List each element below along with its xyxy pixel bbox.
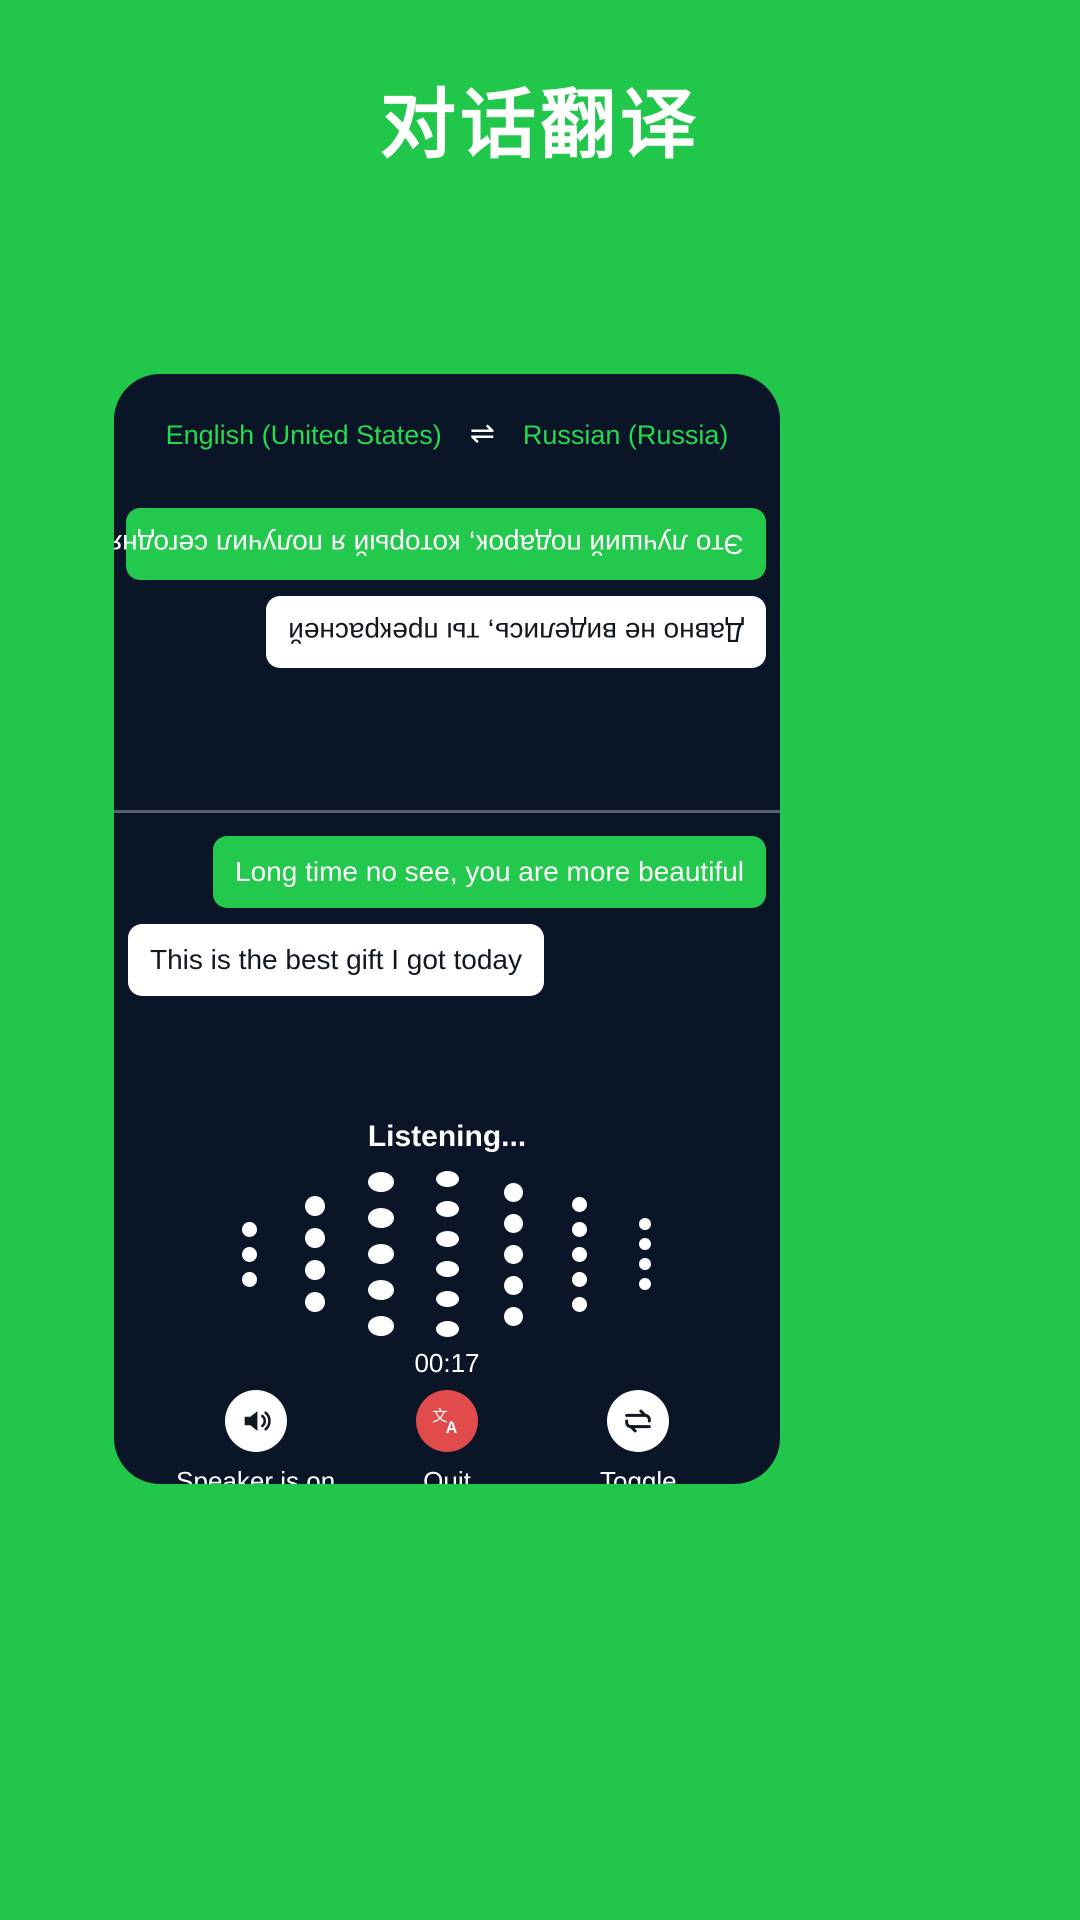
waveform-dot bbox=[503, 1244, 523, 1264]
listening-status: Listening... bbox=[367, 1120, 527, 1153]
message-bubble: Это лучший подарок, который я получил се… bbox=[114, 508, 766, 581]
waveform-dot bbox=[639, 1218, 651, 1230]
message-row: Это лучший подарок, который я получил се… bbox=[114, 492, 766, 581]
source-language-selector[interactable]: English (United States) bbox=[166, 420, 442, 451]
waveform-dot bbox=[639, 1278, 651, 1290]
toggle-button-label: Toggle bbox=[600, 1466, 677, 1484]
waveform-dot bbox=[368, 1172, 394, 1192]
message-row: This is the best gift I got today bbox=[128, 924, 766, 1012]
waveform-dot bbox=[503, 1182, 523, 1202]
waveform-dot bbox=[368, 1280, 394, 1300]
waveform-dot bbox=[503, 1213, 523, 1233]
waveform-dot bbox=[241, 1221, 257, 1237]
conversation-pane: Long time no see, you are more beautiful… bbox=[114, 818, 780, 1018]
waveform-dot bbox=[571, 1196, 587, 1212]
waveform-column bbox=[414, 1164, 480, 1344]
conversation-pane-rotated: Давно не виделись, ты прекрасней Это луч… bbox=[114, 484, 780, 804]
waveform-column bbox=[612, 1164, 678, 1344]
waveform-dot bbox=[305, 1260, 325, 1280]
phone-frame: English (United States) ⇌ Russian (Russi… bbox=[114, 374, 780, 1484]
waveform-dot bbox=[305, 1292, 325, 1312]
page-title: 对话翻译 bbox=[380, 83, 700, 168]
speaker-button-label: Speaker is on bbox=[176, 1466, 336, 1484]
waveform-dot bbox=[305, 1228, 325, 1248]
message-row: Long time no see, you are more beautiful bbox=[128, 836, 766, 924]
swap-horizontal-icon[interactable]: ⇌ bbox=[470, 419, 495, 449]
toggle-loop-icon[interactable] bbox=[607, 1390, 670, 1452]
waveform-dot bbox=[571, 1296, 587, 1312]
translate-icon[interactable]: 文 A bbox=[415, 1390, 478, 1452]
waveform-column bbox=[282, 1164, 348, 1344]
waveform-dot bbox=[503, 1275, 523, 1295]
waveform-dot bbox=[435, 1291, 459, 1307]
language-bar: English (United States) ⇌ Russian (Russi… bbox=[114, 412, 780, 458]
quit-button[interactable]: 文 A Quit bbox=[351, 1390, 542, 1484]
waveform-dot bbox=[241, 1246, 257, 1262]
waveform-column bbox=[480, 1164, 546, 1344]
waveform-column bbox=[348, 1164, 414, 1344]
audio-waveform bbox=[114, 1164, 780, 1344]
waveform-dot bbox=[571, 1271, 587, 1287]
speaker-button[interactable]: Speaker is on bbox=[160, 1390, 351, 1484]
recording-timer: 00:17 bbox=[414, 1348, 480, 1378]
waveform-dot bbox=[435, 1321, 459, 1337]
target-language-selector[interactable]: Russian (Russia) bbox=[523, 420, 729, 451]
message-bubble: Long time no see, you are more beautiful bbox=[213, 836, 766, 909]
waveform-dot bbox=[435, 1201, 459, 1217]
waveform-dot bbox=[305, 1196, 325, 1216]
quit-button-label: Quit bbox=[423, 1466, 471, 1484]
waveform-dot bbox=[571, 1221, 587, 1237]
pane-divider bbox=[114, 810, 780, 813]
control-bar: Speaker is on 文 A Quit Toggle bbox=[114, 1390, 780, 1484]
toggle-button[interactable]: Toggle bbox=[543, 1390, 734, 1484]
waveform-dot bbox=[435, 1261, 459, 1277]
svg-text:A: A bbox=[446, 1419, 458, 1437]
waveform-dot bbox=[639, 1258, 651, 1270]
message-row: Давно не виделись, ты прекрасней bbox=[128, 580, 766, 669]
waveform-dot bbox=[571, 1246, 587, 1262]
waveform-dot bbox=[368, 1208, 394, 1228]
waveform-dot bbox=[368, 1244, 394, 1264]
waveform-column bbox=[216, 1164, 282, 1344]
waveform-dot bbox=[503, 1306, 523, 1326]
waveform-dot bbox=[639, 1238, 651, 1250]
waveform-dot bbox=[435, 1171, 459, 1187]
message-bubble: This is the best gift I got today bbox=[128, 924, 544, 997]
waveform-dot bbox=[435, 1231, 459, 1247]
waveform-dot bbox=[368, 1316, 394, 1336]
message-bubble: Давно не виделись, ты прекрасней bbox=[266, 596, 766, 669]
speaker-on-icon[interactable] bbox=[224, 1390, 287, 1452]
waveform-dot bbox=[241, 1271, 257, 1287]
waveform-column bbox=[546, 1164, 612, 1344]
